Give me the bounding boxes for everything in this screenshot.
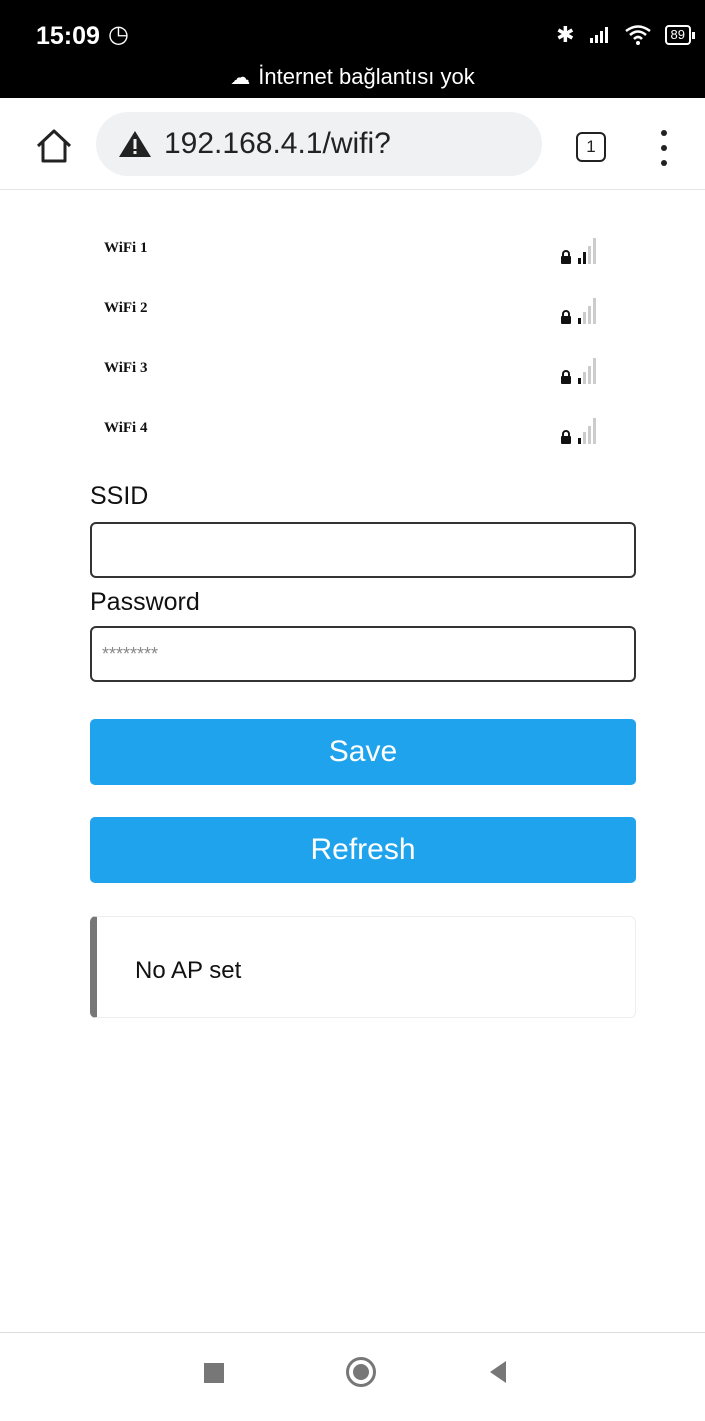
browser-toolbar: 192.168.4.1/wifi? 1 <box>0 98 705 190</box>
signal-strength-icon <box>578 418 596 444</box>
battery-icon: 89 <box>664 25 696 45</box>
refresh-button[interactable]: Refresh <box>90 817 636 883</box>
wifi-network-name[interactable]: WiFi 1 <box>104 240 147 257</box>
nav-home-icon[interactable] <box>346 1357 376 1387</box>
status-icons: ✱ 89 <box>556 22 696 48</box>
status-time: 15:09 <box>36 22 100 50</box>
ssid-input[interactable] <box>90 522 636 578</box>
status-message: No AP set <box>135 957 242 984</box>
system-nav-bar <box>0 1332 705 1421</box>
network-notice: ☁ İnternet bağlantısı yok <box>0 64 705 90</box>
recent-apps-icon[interactable] <box>204 1363 224 1383</box>
wifi-network-name[interactable]: WiFi 3 <box>104 360 147 377</box>
signal-strength-icon <box>578 238 596 264</box>
wifi-list-item[interactable]: WiFi 2 <box>90 290 636 350</box>
lock-icon <box>561 370 571 384</box>
home-icon[interactable] <box>34 128 74 164</box>
back-icon[interactable] <box>490 1361 506 1383</box>
lock-icon <box>561 250 571 264</box>
network-notice-text: İnternet bağlantısı yok <box>258 64 475 89</box>
status-message-box: No AP set <box>90 916 636 1018</box>
wifi-network-name[interactable]: WiFi 2 <box>104 300 147 317</box>
tab-switcher-button[interactable]: 1 <box>576 132 606 162</box>
url-text[interactable]: 192.168.4.1/wifi? <box>164 127 391 161</box>
lock-icon <box>561 310 571 324</box>
password-label: Password <box>90 588 200 616</box>
wifi-list-item[interactable]: WiFi 4 <box>90 410 636 470</box>
signal-strength-icon <box>578 358 596 384</box>
cloud-off-icon: ☁ <box>230 67 251 89</box>
wifi-list-item[interactable]: WiFi 3 <box>90 350 636 410</box>
bluetooth-icon: ✱ <box>556 22 575 47</box>
cell-signal-icon <box>589 27 608 43</box>
wifi-network-name[interactable]: WiFi 4 <box>104 420 147 437</box>
wifi-status-icon <box>624 25 651 45</box>
save-button[interactable]: Save <box>90 719 636 785</box>
password-input[interactable] <box>90 626 636 682</box>
status-bar: 15:09 ◷ ✱ 89 ☁ İnternet bağlantısı yok <box>0 0 705 98</box>
lock-icon <box>561 430 571 444</box>
wifi-list-item[interactable]: WiFi 1 <box>90 230 636 290</box>
address-bar[interactable]: 192.168.4.1/wifi? <box>96 112 542 176</box>
ssid-label: SSID <box>90 482 149 510</box>
alarm-icon: ◷ <box>108 21 129 48</box>
signal-strength-icon <box>578 298 596 324</box>
warning-icon[interactable] <box>118 129 152 159</box>
wifi-network-list: WiFi 1 WiFi 2 WiFi 3 WiFi 4 <box>90 230 636 470</box>
more-menu-icon[interactable] <box>654 128 674 168</box>
